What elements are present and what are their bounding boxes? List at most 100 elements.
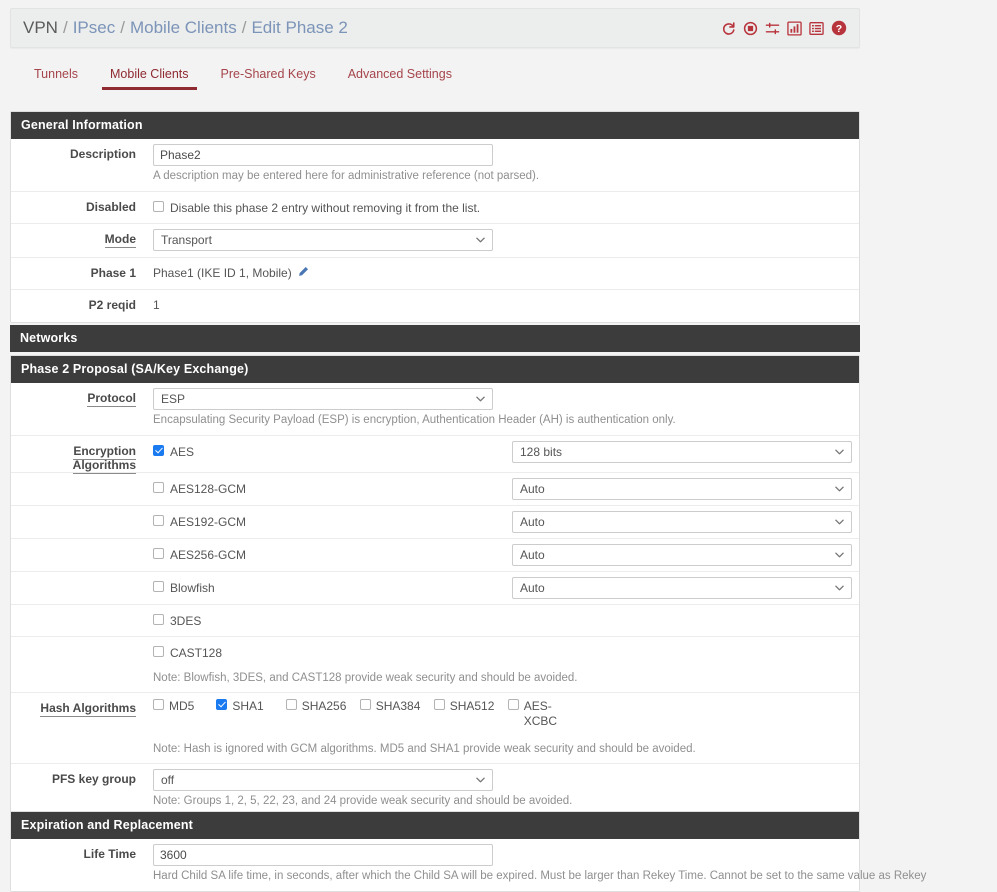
encryption-keylen-value-aes256-gcm: Auto: [520, 547, 545, 562]
encryption-keylen-select-aes[interactable]: 128 bits: [512, 440, 852, 463]
encryption-checkbox-row[interactable]: AES256-GCM: [153, 544, 501, 562]
row-encryption-blowfish: Blowfish Auto: [11, 572, 859, 605]
panel-heading-expiration-replacement: Expiration and Replacement: [11, 812, 859, 839]
hash-checkbox-row-sha256[interactable]: SHA256: [285, 698, 346, 729]
encryption-checkbox-row[interactable]: AES: [153, 441, 501, 459]
note-hash: Note: Hash is ignored with GCM algorithm…: [153, 742, 696, 755]
label-description: Description: [69, 147, 136, 161]
mode-select[interactable]: Transport: [153, 228, 493, 251]
hash-checkbox-sha384[interactable]: [359, 698, 371, 710]
encryption-checkbox-blowfish[interactable]: [153, 580, 164, 592]
row-encryption-aes128gcm: AES128-GCM Auto: [11, 473, 859, 506]
hash-checkbox-sha256[interactable]: [285, 698, 297, 710]
tab-tunnels[interactable]: Tunnels: [18, 60, 94, 93]
encryption-checkbox-aes128-gcm[interactable]: [153, 481, 164, 493]
help-icon[interactable]: ?: [831, 20, 847, 36]
hash-checkbox-row-md5[interactable]: MD5: [153, 698, 195, 729]
label-mode: Mode: [104, 231, 136, 248]
refresh-icon[interactable]: [721, 21, 736, 36]
row-encryption-cast128: CAST128: [11, 637, 859, 669]
encryption-keylen-value-aes192-gcm: Auto: [520, 514, 545, 529]
encryption-checkbox-aes[interactable]: [153, 444, 164, 456]
encryption-checkbox-cast128[interactable]: [153, 645, 164, 657]
chart-icon[interactable]: [787, 20, 802, 36]
chevron-down-icon: [835, 552, 844, 557]
panel-heading-general-information: General Information: [11, 112, 859, 139]
breadcrumb-actions: ?: [721, 20, 847, 36]
tab-pre-shared-keys[interactable]: Pre-Shared Keys: [205, 60, 332, 93]
chevron-down-icon: [835, 486, 844, 491]
hash-checkbox-sha512[interactable]: [433, 698, 445, 710]
encryption-checkbox-3des[interactable]: [153, 613, 164, 625]
label-life-time: Life Time: [83, 847, 136, 861]
row-protocol: Protocol ESP Encapsulating Security Payl…: [11, 383, 859, 436]
label-disabled: Disabled: [85, 199, 136, 214]
encryption-keylen-select-aes192-gcm[interactable]: Auto: [512, 510, 852, 533]
breadcrumb-item-edit-phase-2[interactable]: Edit Phase 2: [251, 18, 347, 38]
label-phase1: Phase 1: [90, 265, 136, 280]
encryption-keylen-select-aes256-gcm[interactable]: Auto: [512, 543, 852, 566]
protocol-select[interactable]: ESP: [153, 388, 493, 410]
record-icon[interactable]: [743, 21, 758, 36]
breadcrumb-bar: VPN / IPsec / Mobile Clients / Edit Phas…: [10, 8, 860, 48]
row-disabled: Disabled Disable this phase 2 entry with…: [11, 192, 859, 224]
encryption-keylen-select-aes128-gcm[interactable]: Auto: [512, 477, 852, 500]
breadcrumb-separator: /: [62, 18, 68, 37]
breadcrumb-item-ipsec[interactable]: IPsec: [73, 18, 116, 38]
encryption-label-aes128-gcm: AES128-GCM: [170, 481, 247, 496]
chevron-down-icon: [476, 777, 485, 782]
chevron-down-icon: [835, 449, 844, 454]
encryption-checkbox-row[interactable]: 3DES: [153, 610, 501, 628]
label-p2reqid: P2 reqid: [88, 297, 136, 312]
disabled-checkbox[interactable]: [153, 200, 164, 212]
life-time-input[interactable]: [153, 844, 493, 866]
tab-mobile-clients[interactable]: Mobile Clients: [94, 60, 205, 93]
hash-checkbox-aes-xcbc[interactable]: [507, 698, 519, 710]
tab-bar: Tunnels Mobile Clients Pre-Shared Keys A…: [10, 60, 860, 100]
description-input[interactable]: [153, 144, 493, 166]
panel-phase2-proposal: Phase 2 Proposal (SA/Key Exchange) Proto…: [10, 355, 860, 817]
list-icon[interactable]: [809, 21, 824, 36]
label-encryption-algorithms: Encryption Algorithms: [72, 443, 136, 474]
row-p2reqid: P2 reqid 1: [11, 290, 859, 322]
pencil-icon[interactable]: [297, 266, 309, 281]
phase1-value: Phase1 (IKE ID 1, Mobile): [153, 266, 292, 281]
hash-checkbox-row-aes-xcbc[interactable]: AES-XCBC: [507, 698, 560, 729]
chevron-down-icon: [476, 396, 485, 402]
encryption-checkbox-row[interactable]: CAST128: [153, 642, 501, 660]
encryption-label-blowfish: Blowfish: [170, 580, 215, 595]
help-protocol: Encapsulating Security Payload (ESP) is …: [153, 414, 676, 426]
encryption-checkbox-row[interactable]: Blowfish: [153, 577, 501, 595]
mode-select-value: Transport: [161, 232, 212, 247]
hash-label-md5: MD5: [169, 698, 195, 713]
hash-checkbox-md5[interactable]: [153, 698, 164, 710]
encryption-checkbox-row[interactable]: AES192-GCM: [153, 511, 501, 529]
chevron-down-icon: [835, 585, 844, 590]
hash-label-aes-xcbc: AES-XCBC: [523, 698, 558, 728]
hash-checkbox-row-sha384[interactable]: SHA384: [359, 698, 420, 729]
tab-advanced-settings[interactable]: Advanced Settings: [332, 60, 468, 93]
panel-networks: Networks: [10, 325, 860, 352]
breadcrumb-item-mobile-clients[interactable]: Mobile Clients: [130, 18, 237, 38]
encryption-checkbox-aes192-gcm[interactable]: [153, 514, 164, 526]
disabled-checkbox-row[interactable]: Disable this phase 2 entry without remov…: [153, 197, 851, 215]
encryption-checkbox-row[interactable]: AES128-GCM: [153, 478, 501, 496]
encryption-keylen-value-aes128-gcm: Auto: [520, 481, 545, 496]
row-mode: Mode Transport: [11, 224, 859, 258]
panel-heading-networks: Networks: [10, 325, 860, 352]
hash-label-sha512: SHA512: [449, 698, 495, 713]
breadcrumb-separator: /: [241, 18, 247, 37]
hash-label-sha256: SHA256: [301, 698, 347, 713]
hash-checkbox-row-sha1[interactable]: SHA1: [216, 698, 264, 729]
encryption-keylen-select-blowfish[interactable]: Auto: [512, 576, 852, 599]
chevron-down-icon: [835, 519, 844, 524]
encryption-checkbox-aes256-gcm[interactable]: [153, 547, 164, 559]
hash-checkbox-row-sha512[interactable]: SHA512: [433, 698, 494, 729]
sliders-icon[interactable]: [765, 21, 780, 36]
pfs-key-group-select[interactable]: off: [153, 768, 493, 791]
hash-checkbox-sha1[interactable]: [216, 698, 228, 710]
breadcrumb: VPN / IPsec / Mobile Clients / Edit Phas…: [23, 18, 348, 38]
p2reqid-value: 1: [153, 297, 160, 312]
encryption-keylen-value-blowfish: Auto: [520, 580, 545, 595]
encryption-label-aes192-gcm: AES192-GCM: [170, 514, 247, 529]
